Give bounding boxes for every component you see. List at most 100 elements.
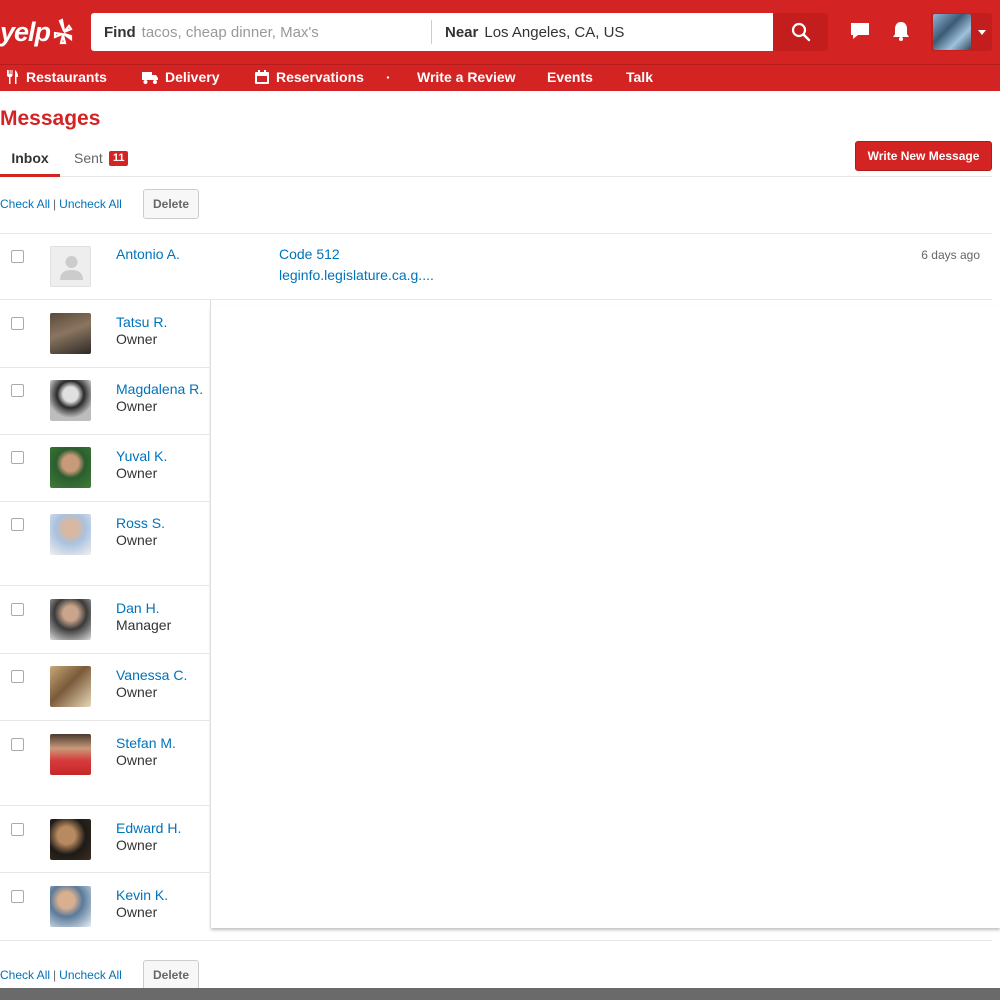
nav-restaurants[interactable]: Restaurants [4, 69, 107, 85]
check-all-link[interactable]: Check All [0, 197, 50, 211]
contact-role: Manager [116, 617, 172, 633]
contact-item[interactable]: Dan H. Manager [0, 586, 211, 654]
top-header: yelp Find tacos, cheap dinner, Max's Nea… [0, 0, 1000, 64]
nav-reservations[interactable]: Reservations [254, 69, 364, 85]
search-button[interactable] [773, 13, 828, 51]
contact-role: Owner [116, 752, 158, 768]
contact-photo [50, 380, 91, 421]
sent-count-badge: 11 [108, 150, 129, 166]
nav-write-review-label: Write a Review [417, 69, 516, 85]
contact-item[interactable]: Yuval K. Owner [0, 435, 211, 502]
bulk-actions-top: Check All | Uncheck All [0, 197, 122, 211]
contact-item[interactable]: Tatsu R. Owner [0, 300, 211, 368]
contact-checkbox[interactable] [11, 451, 24, 464]
contact-checkbox[interactable] [11, 317, 24, 330]
contact-checkbox[interactable] [11, 603, 24, 616]
nav-events-label: Events [547, 69, 593, 85]
contact-name[interactable]: Stefan M. [116, 735, 176, 751]
bell-icon [893, 22, 909, 41]
contact-photo [50, 734, 91, 775]
uncheck-all-link[interactable]: Uncheck All [59, 197, 122, 211]
contact-checkbox[interactable] [11, 384, 24, 397]
contact-list: Tatsu R. Owner Magdalena R. Owner Yuval … [0, 300, 1000, 928]
user-silhouette-icon [60, 256, 83, 280]
message-detail-panel [211, 306, 1000, 928]
contact-checkbox[interactable] [11, 670, 24, 683]
find-field[interactable]: Find tacos, cheap dinner, Max's [91, 20, 432, 44]
category-nav: Restaurants Delivery Reservations · Writ… [0, 64, 1000, 91]
nav-events[interactable]: Events [547, 69, 593, 85]
tab-sent-label: Sent [74, 150, 103, 166]
check-all-link[interactable]: Check All [0, 968, 50, 982]
contact-photo [50, 886, 91, 927]
find-label: Find [104, 23, 136, 41]
contact-checkbox[interactable] [11, 738, 24, 751]
page-title: Messages [0, 107, 101, 130]
contact-name[interactable]: Tatsu R. [116, 314, 167, 330]
contact-name[interactable]: Ross S. [116, 515, 165, 531]
contact-item[interactable]: Stefan M. Owner [0, 721, 211, 806]
nav-talk[interactable]: Talk [626, 69, 653, 85]
message-snippet[interactable]: leginfo.legislature.ca.g.... [279, 267, 434, 283]
contact-role: Owner [116, 465, 158, 481]
yelp-logo[interactable]: yelp [0, 12, 77, 52]
message-tabs: Inbox Sent 11 [0, 142, 992, 177]
message-sender[interactable]: Antonio A. [116, 246, 180, 262]
search-bar: Find tacos, cheap dinner, Max's Near Los… [91, 13, 773, 51]
contact-photo [50, 447, 91, 488]
utensils-icon [7, 70, 18, 84]
nav-write-review[interactable]: Write a Review [417, 69, 516, 85]
find-placeholder: tacos, cheap dinner, Max's [141, 23, 319, 41]
contact-column: Tatsu R. Owner Magdalena R. Owner Yuval … [0, 300, 211, 928]
bulk-separator: | [53, 197, 57, 211]
contact-name[interactable]: Magdalena R. [116, 381, 203, 397]
contact-checkbox[interactable] [11, 518, 24, 531]
delete-button-bottom[interactable]: Delete [143, 960, 199, 990]
default-avatar [50, 246, 91, 287]
calendar-icon [255, 70, 269, 84]
contact-item[interactable]: Kevin K. Owner [0, 873, 211, 928]
message-row[interactable]: Antonio A. Code 512 leginfo.legislature.… [0, 233, 992, 300]
messages-button[interactable] [847, 18, 873, 44]
tab-inbox[interactable]: Inbox [0, 150, 60, 177]
contact-name[interactable]: Kevin K. [116, 887, 168, 903]
near-field[interactable]: Near Los Angeles, CA, US [432, 13, 624, 51]
tab-sent[interactable]: Sent 11 [74, 150, 129, 166]
contact-checkbox[interactable] [11, 890, 24, 903]
contact-name[interactable]: Vanessa C. [116, 667, 187, 683]
notifications-button[interactable] [888, 18, 914, 44]
nav-delivery[interactable]: Delivery [141, 69, 219, 85]
window-bottom-edge [0, 988, 1000, 1000]
uncheck-all-link[interactable]: Uncheck All [59, 968, 122, 982]
bulk-separator: | [53, 968, 57, 982]
contact-name[interactable]: Edward H. [116, 820, 181, 836]
contact-photo [50, 666, 91, 707]
chat-icon [851, 23, 869, 39]
contact-photo [50, 819, 91, 860]
contact-role: Owner [116, 331, 158, 347]
write-new-message-button[interactable]: Write New Message [855, 141, 992, 171]
contact-role: Owner [116, 904, 158, 920]
contact-name[interactable]: Dan H. [116, 600, 160, 616]
message-time: 6 days ago [921, 248, 980, 262]
nav-restaurants-label: Restaurants [26, 69, 107, 85]
logo-text: yelp [0, 16, 51, 47]
nav-delivery-label: Delivery [165, 69, 220, 85]
search-icon [791, 22, 810, 42]
contact-role: Owner [116, 837, 158, 853]
contact-item[interactable]: Magdalena R. Owner [0, 368, 211, 435]
nav-separator: · [386, 69, 391, 85]
message-checkbox[interactable] [11, 250, 24, 263]
contact-item[interactable]: Vanessa C. Owner [0, 654, 211, 721]
nav-reservations-label: Reservations [276, 69, 364, 85]
contact-name[interactable]: Yuval K. [116, 448, 167, 464]
chevron-down-icon [978, 29, 986, 35]
contact-item[interactable]: Edward H. Owner [0, 806, 211, 873]
contact-item[interactable]: Ross S. Owner [0, 502, 211, 586]
message-subject[interactable]: Code 512 [279, 246, 340, 262]
user-menu[interactable] [931, 13, 992, 51]
contact-checkbox[interactable] [11, 823, 24, 836]
contact-photo [50, 313, 91, 354]
near-value: Los Angeles, CA, US [484, 23, 625, 41]
delete-button[interactable]: Delete [143, 189, 199, 219]
